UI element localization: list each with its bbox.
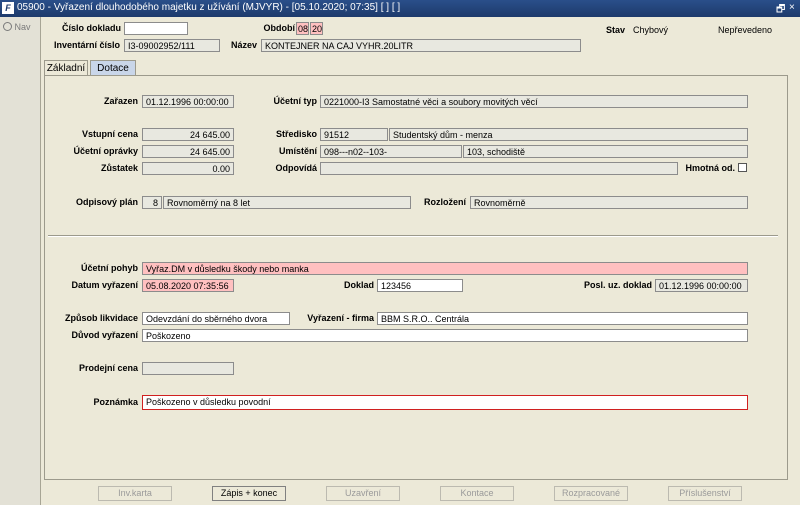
stredisko-label: Středisko: [275, 129, 317, 139]
hmotna-checkbox[interactable]: [738, 163, 747, 172]
ucetni-opravky-label: Účetní oprávky: [73, 146, 138, 156]
datum-vyrazeni-field[interactable]: 05.08.2020 07:35:56: [142, 279, 234, 292]
nazev-field[interactable]: KONTEJNER NA CAJ VYHR.20LITR: [261, 39, 581, 52]
cislo-dokladu-label: Číslo dokladu: [62, 23, 122, 33]
cislo-dokladu-field[interactable]: [124, 22, 188, 35]
obdobi-label: Období: [263, 23, 296, 33]
prodejni-cena-field[interactable]: [142, 362, 234, 375]
ucetni-opravky-field[interactable]: 24 645.00: [142, 145, 234, 158]
rozlozeni-label: Rozložení: [424, 197, 466, 207]
window-title: 05900 - Vyřazení dlouhodobého majetku z …: [17, 2, 401, 13]
prodejni-cena-label: Prodejní cena: [78, 363, 138, 373]
vyrazeni-firma-label: Vyřazení - firma: [307, 313, 374, 323]
ucetni-typ-field[interactable]: 0221000-I3 Samostatné věci a soubory mov…: [320, 95, 748, 108]
umisteni-name-field[interactable]: 103, schodiště: [463, 145, 748, 158]
hmotna-label: Hmotná od.: [685, 163, 736, 173]
tab-zakladni[interactable]: Základní: [44, 60, 88, 75]
doklad-field[interactable]: 123456: [377, 279, 463, 292]
zapis-konec-button[interactable]: Zápis + konec: [212, 486, 286, 501]
duvod-vyrazeni-field[interactable]: Poškozeno: [142, 329, 748, 342]
obdobi-month-field[interactable]: 08: [296, 22, 309, 35]
ucetni-pohyb-label: Účetní pohyb: [80, 263, 138, 273]
kontace-button[interactable]: Kontace: [440, 486, 514, 501]
vyrazeni-firma-field[interactable]: BBM S.R.O.. Centrála: [377, 312, 748, 325]
left-nav-panel: Nav: [0, 17, 41, 505]
odpisovy-plan-code-field[interactable]: 8: [142, 196, 162, 209]
nav-button[interactable]: Nav: [3, 22, 31, 32]
odpisovy-plan-name-field[interactable]: Rovnoměrný na 8 let: [163, 196, 411, 209]
umisteni-code-field[interactable]: 098---n02--103-: [320, 145, 462, 158]
inv-karta-button[interactable]: Inv.karta: [98, 486, 172, 501]
nav-label: Nav: [14, 22, 31, 32]
poznamka-label: Poznámka: [93, 397, 138, 407]
doklad-label: Doklad: [343, 280, 374, 290]
duvod-vyrazeni-label: Důvod vyřazení: [71, 330, 138, 340]
odpovida-field[interactable]: [320, 162, 678, 175]
obdobi-year-field[interactable]: 20: [310, 22, 323, 35]
vstupni-cena-field[interactable]: 24 645.00: [142, 128, 234, 141]
inventarni-cislo-field[interactable]: I3-09002952/111: [124, 39, 220, 52]
umisteni-label: Umístění: [278, 146, 317, 156]
stav-prevod-value: Nepřevedeno: [718, 25, 773, 35]
uzavreni-button[interactable]: Uzavření: [326, 486, 400, 501]
stav-value: Chybový: [633, 25, 669, 35]
nazev-label: Název: [230, 40, 257, 50]
zustatek-label: Zůstatek: [100, 163, 138, 173]
rozpracovane-button[interactable]: Rozpracované: [554, 486, 628, 501]
stredisko-code-field[interactable]: 91512: [320, 128, 388, 141]
title-bar: F 05900 - Vyřazení dlouhodobého majetku …: [0, 0, 800, 17]
prislusenstvi-button[interactable]: Příslušenství: [668, 486, 742, 501]
posl-uz-doklad-label: Posl. uz. doklad: [583, 280, 652, 290]
zustatek-field[interactable]: 0.00: [142, 162, 234, 175]
stav-label: Stav: [605, 25, 625, 35]
stredisko-name-field[interactable]: Studentský dům - menza: [389, 128, 748, 141]
close-window-icon[interactable]: ×: [789, 2, 795, 13]
zarazen-field[interactable]: 01.12.1996 00:00:00: [142, 95, 234, 108]
datum-vyrazeni-label: Datum vyřazení: [71, 280, 138, 290]
vstupni-cena-label: Vstupní cena: [81, 129, 138, 139]
section-separator: [48, 235, 778, 237]
ucetni-typ-label: Účetní typ: [273, 96, 317, 106]
zpusob-likvidace-field[interactable]: Odevzdání do sběrného dvora: [142, 312, 290, 325]
zarazen-label: Zařazen: [103, 96, 138, 106]
restore-window-icon[interactable]: 🗗: [776, 2, 785, 19]
app-icon: F: [2, 2, 14, 14]
posl-uz-doklad-field[interactable]: 01.12.1996 00:00:00: [655, 279, 748, 292]
globe-icon: [3, 22, 12, 31]
ucetni-pohyb-field[interactable]: Vyřaz.DM v důsledku škody nebo manka: [142, 262, 748, 275]
rozlozeni-field[interactable]: Rovnoměrně: [470, 196, 748, 209]
odpovida-label: Odpovídá: [275, 163, 317, 173]
poznamka-field[interactable]: Poškozeno v důsledku povodní: [142, 395, 748, 410]
odpisovy-plan-label: Odpisový plán: [75, 197, 138, 207]
zpusob-likvidace-label: Způsob likvidace: [64, 313, 138, 323]
inventarni-cislo-label: Inventární číslo: [53, 40, 120, 50]
tab-dotace[interactable]: Dotace: [90, 60, 136, 75]
